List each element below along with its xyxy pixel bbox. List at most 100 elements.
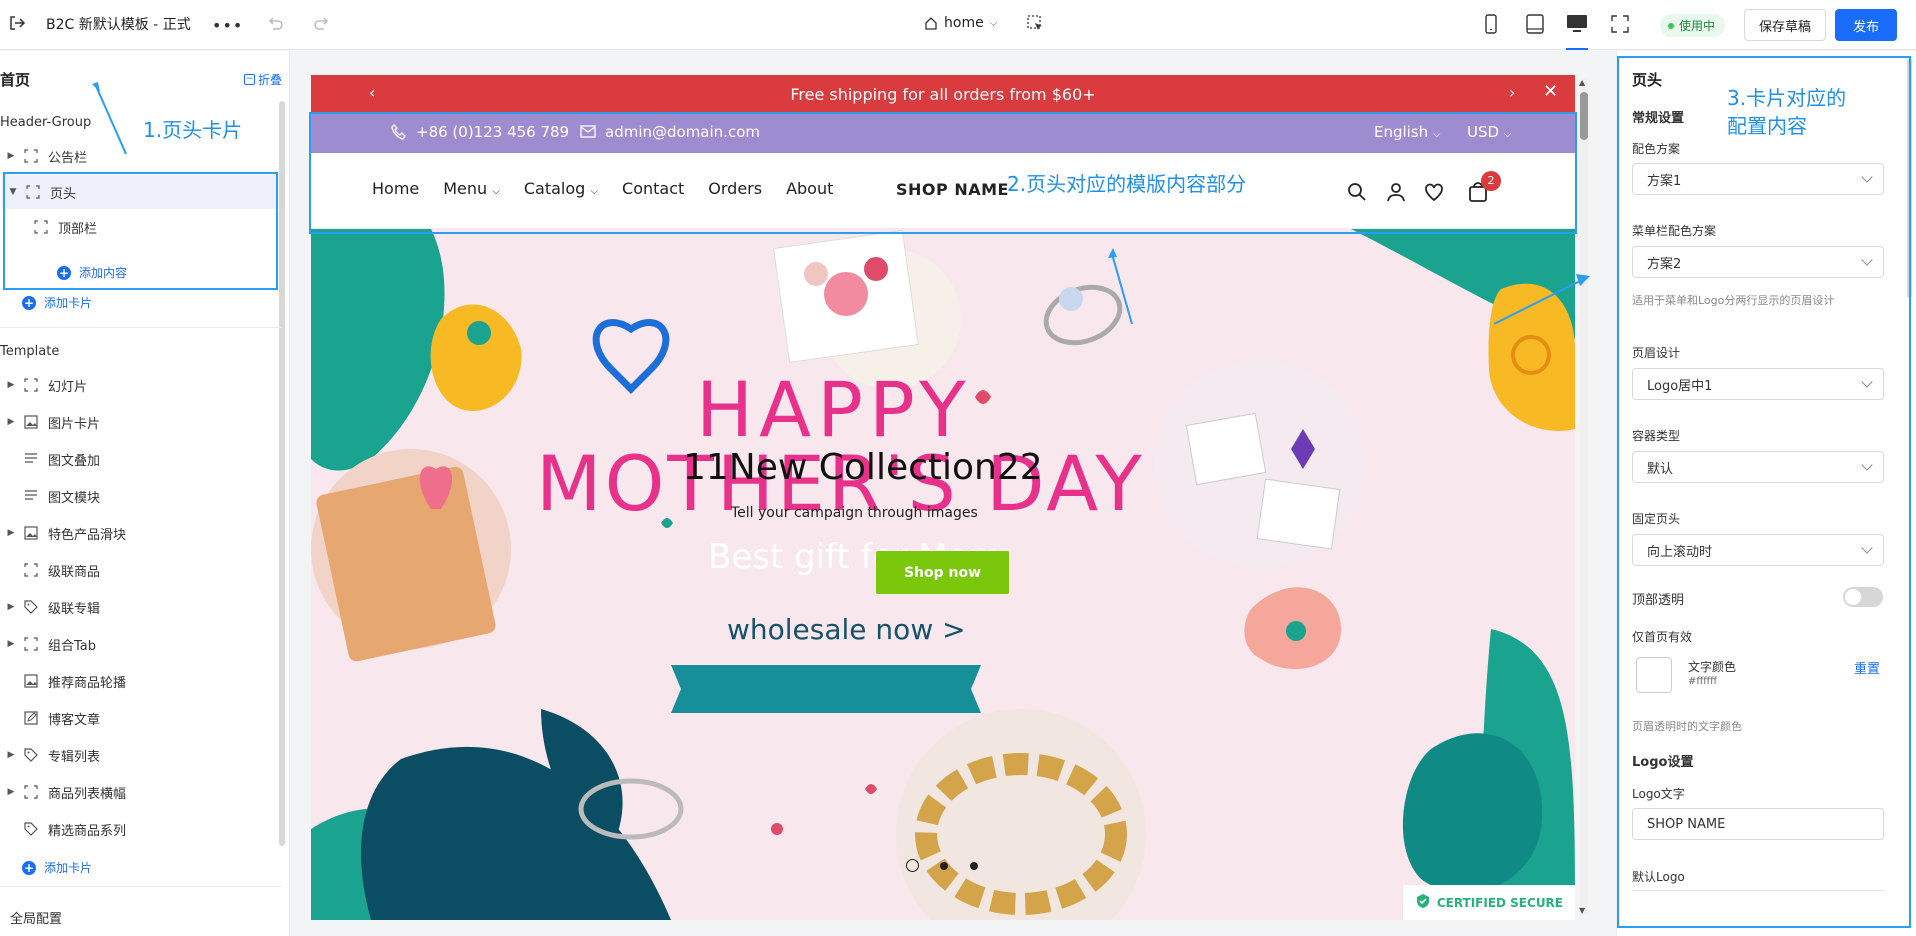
fullscreen-icon[interactable]: [1610, 14, 1630, 34]
add-card-button-2[interactable]: + 添加卡片: [22, 859, 92, 876]
chevron-down-icon: [1861, 171, 1873, 183]
canvas-scrollbar-thumb[interactable]: [1580, 92, 1588, 140]
active-view-indicator: [1566, 48, 1588, 50]
template-item-product-slider[interactable]: ▶ 特色产品滑块: [0, 516, 282, 550]
container-type-select[interactable]: 默认: [1632, 451, 1884, 483]
text-color-swatch[interactable]: [1636, 657, 1672, 693]
shop-now-button[interactable]: Shop now: [876, 551, 1009, 594]
sidebar-item-label: 推荐商品轮播: [48, 675, 127, 691]
carousel-dot-1[interactable]: [906, 859, 919, 872]
more-icon[interactable]: •••: [212, 16, 243, 35]
template-item-text-module[interactable]: 图文模块: [0, 479, 282, 513]
template-item-blog-post[interactable]: 博客文章: [0, 701, 282, 735]
caret-right-icon[interactable]: ▶: [0, 787, 22, 797]
fold-button[interactable]: − 折叠: [243, 71, 282, 88]
caret-right-icon[interactable]: ▶: [0, 750, 22, 760]
sidebar-item-label: 图片卡片: [48, 416, 101, 432]
color-scheme-label: 配色方案: [1632, 142, 1681, 156]
template-item-featured-collection[interactable]: 精选商品系列: [0, 812, 282, 846]
section-icon: [22, 635, 40, 653]
template-item-cascade-products[interactable]: 级联商品: [0, 553, 282, 587]
transparent-top-toggle[interactable]: [1843, 587, 1883, 607]
annotation-box-header-card: [3, 172, 278, 290]
default-logo-upload-area[interactable]: [1632, 890, 1884, 896]
add-card-label: 添加卡片: [44, 296, 93, 310]
container-type-label: 容器类型: [1632, 429, 1681, 443]
hero-wholesale-link[interactable]: wholesale now >: [727, 613, 966, 646]
chevron-right-icon[interactable]: ›: [1509, 83, 1515, 102]
chevron-left-icon[interactable]: ‹: [369, 83, 375, 102]
tag-icon: [22, 820, 40, 838]
sidebar-item-label: 公告栏: [48, 150, 88, 166]
template-item-combo-tab[interactable]: ▶ 组合Tab: [0, 627, 282, 661]
canvas-scrollbar-track[interactable]: [1580, 78, 1588, 914]
caret-right-icon[interactable]: ▶: [0, 528, 22, 538]
logo-settings-heading: Logo设置: [1632, 755, 1694, 770]
sidebar-item-label: 级联商品: [48, 564, 101, 580]
sticky-header-select[interactable]: 向上滚动时: [1632, 534, 1884, 566]
sidebar-item-label: 幻灯片: [48, 379, 88, 395]
chevron-down-icon: [1861, 459, 1873, 471]
template-item-slideshow[interactable]: ▶ 幻灯片: [0, 368, 282, 402]
exit-icon[interactable]: [8, 14, 26, 32]
announcement-bar[interactable]: ‹ Free shipping for all orders from $60+…: [311, 75, 1575, 113]
redo-icon[interactable]: [313, 14, 331, 32]
caret-right-icon[interactable]: ▶: [0, 151, 22, 161]
caret-right-icon[interactable]: ▶: [0, 639, 22, 649]
sidebar-item-label: 图文模块: [48, 490, 101, 506]
header-design-select[interactable]: Logo居中1: [1632, 368, 1884, 400]
caret-right-icon[interactable]: ▶: [0, 380, 22, 390]
logo-text-label: Logo文字: [1632, 787, 1685, 801]
caret-right-icon[interactable]: ▶: [0, 417, 22, 427]
global-config-link[interactable]: 全局配置: [10, 908, 62, 927]
sidebar-item-label: 图文叠加: [48, 453, 101, 469]
annotation-label-2: 2.页头对应的模版内容部分: [1007, 172, 1247, 196]
mobile-view-icon[interactable]: [1484, 14, 1498, 34]
template-label: Template: [0, 344, 60, 359]
top-toolbar: B2C 新默认模板 - 正式 ••• home ⌵ 使用中 保存草稿 发布: [0, 0, 1916, 50]
tablet-view-icon[interactable]: [1526, 14, 1544, 34]
logo-text-value: SHOP NAME: [1647, 816, 1726, 832]
desktop-view-icon[interactable]: [1566, 14, 1588, 34]
carousel-dot-2[interactable]: [940, 862, 948, 870]
reset-text-color-button[interactable]: 重置: [1854, 658, 1880, 677]
scroll-up-icon[interactable]: ▲: [1579, 78, 1585, 87]
page-select[interactable]: home ⌵: [924, 15, 997, 31]
publish-button[interactable]: 发布: [1835, 9, 1898, 41]
menu-scheme-select[interactable]: 方案2: [1632, 246, 1884, 278]
color-scheme-select[interactable]: 方案1: [1632, 163, 1884, 195]
caret-right-icon[interactable]: ▶: [0, 602, 22, 612]
logo-text-input[interactable]: SHOP NAME: [1632, 808, 1884, 840]
annotation-box-header-template: [309, 112, 1577, 234]
sidebar-item-label: 博客文章: [48, 712, 101, 728]
add-card-button[interactable]: + 添加卡片: [22, 294, 92, 311]
default-logo-label: 默认Logo: [1632, 870, 1685, 884]
tag-icon: [22, 598, 40, 616]
chevron-down-icon: [1861, 254, 1873, 266]
template-item-product-banner[interactable]: ▶ 商品列表横幅: [0, 775, 282, 809]
status-text: 使用中: [1679, 19, 1716, 33]
template-item-collection-list[interactable]: ▶ 专辑列表: [0, 738, 282, 772]
template-item-image-card[interactable]: ▶ 图片卡片: [0, 405, 282, 439]
menu-scheme-hint: 适用于菜单和Logo分两行显示的页眉设计: [1632, 294, 1835, 307]
save-draft-button[interactable]: 保存草稿: [1744, 9, 1827, 41]
hero-banner[interactable]: HAPPY MOTHER'S DAY 11New Collection22 Te…: [311, 229, 1575, 920]
scroll-down-icon[interactable]: ▼: [1579, 906, 1585, 915]
color-scheme-value: 方案1: [1647, 173, 1682, 189]
image-icon: [22, 524, 40, 542]
template-item-text-overlay[interactable]: 图文叠加: [0, 442, 282, 476]
tag-icon: [22, 746, 40, 764]
close-icon[interactable]: ✕: [1543, 81, 1558, 102]
plus-icon: +: [22, 860, 36, 875]
select-element-icon[interactable]: [1026, 14, 1044, 32]
sidebar-item-announcement[interactable]: ▶ 公告栏: [0, 139, 282, 173]
add-card-label: 添加卡片: [44, 861, 93, 875]
template-item-cascade-collection[interactable]: ▶ 级联专辑: [0, 590, 282, 624]
text-color-value: #ffffff: [1688, 676, 1718, 687]
template-item-recommend-carousel[interactable]: 推荐商品轮播: [0, 664, 282, 698]
panel-title: 页头: [1632, 71, 1663, 89]
menu-scheme-value: 方案2: [1647, 256, 1682, 272]
annotation-arrow-2: [1108, 248, 1133, 325]
carousel-dot-3[interactable]: [970, 862, 978, 870]
undo-icon[interactable]: [266, 14, 284, 32]
